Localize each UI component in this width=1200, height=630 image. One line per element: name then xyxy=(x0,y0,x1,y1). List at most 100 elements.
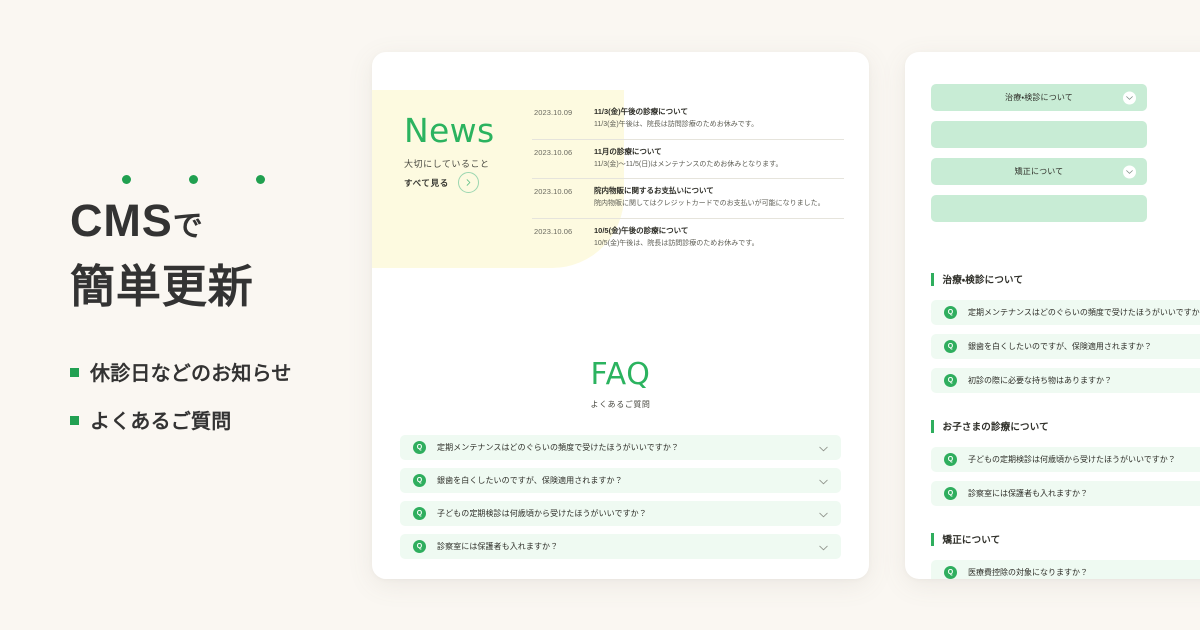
bullet-label: 休診日などのお知らせ xyxy=(90,363,292,386)
faq-title: FAQ xyxy=(590,357,651,392)
news-body: 院内物販に関するお支払いについて 院内物販に関してはクレジットカードでのお支払い… xyxy=(594,186,842,210)
faq-question-label: 銀歯を白くしたいのですが、保険適用されますか？ xyxy=(437,476,623,485)
headline-line-2: 簡単更新 xyxy=(70,260,254,312)
chevron-down-icon[interactable] xyxy=(1123,91,1136,104)
emphasis-dots xyxy=(70,175,370,184)
question-badge-icon: Q xyxy=(944,340,957,353)
faq-question-label: 初診の際に必要な持ち物はありますか？ xyxy=(968,376,1112,385)
category-chip[interactable] xyxy=(931,195,1147,222)
faq-subtitle: よくあるご質問 xyxy=(590,400,651,409)
news-list: 2023.10.09 11/3(金)午後の診療について 11/3(金)午後は、院… xyxy=(532,100,844,258)
news-date: 2023.10.06 xyxy=(534,227,573,237)
category-chip-label: 治療・検診について xyxy=(1005,93,1073,102)
question-badge-icon: Q xyxy=(413,474,426,487)
news-see-all-label: すべて見る xyxy=(404,177,449,188)
faq-accordion-row[interactable]: Q 診察室には保護者も入れますか？ xyxy=(400,534,841,559)
square-bullet-icon xyxy=(70,368,79,378)
news-list-item[interactable]: 2023.10.09 11/3(金)午後の診療について 11/3(金)午後は、院… xyxy=(532,100,844,140)
right-card-content: 治療・検診について 矯正について 治療・検診について Q 定期メンテナンスはどの… xyxy=(905,52,1200,579)
news-description: 院内物販に関してはクレジットカードでのお支払いが可能になりました。 xyxy=(594,200,825,208)
chevron-down-icon[interactable] xyxy=(819,505,828,523)
news-section: News 大切にしていること すべて見る 2023.10.09 11/3(金)午… xyxy=(372,52,869,268)
faq-accordion-row[interactable]: Q 定期メンテナンスはどのぐらいの頻度で受けたほうがいいですか？ xyxy=(931,300,1200,325)
faq-category-heading-label: 矯正について xyxy=(942,535,1001,546)
category-chip[interactable]: 矯正について xyxy=(931,158,1147,185)
news-list-item[interactable]: 2023.10.06 院内物販に関するお支払いについて 院内物販に関してはクレジ… xyxy=(532,179,844,220)
faq-category-section: 矯正について Q 医療費控除の対象になりますか？ xyxy=(931,532,1200,579)
faq-accordion-row[interactable]: Q 医療費控除の対象になりますか？ xyxy=(931,560,1200,579)
faq-section: FAQ よくあるご質問 Q 定期メンテナンスはどのぐらいの頻度で受けたほうがいい… xyxy=(372,268,869,579)
question-badge-icon: Q xyxy=(413,507,426,520)
emphasis-dot-icon xyxy=(256,175,265,184)
chevron-down-icon[interactable] xyxy=(819,439,828,457)
news-see-all-link[interactable]: すべて見る xyxy=(404,172,479,193)
list-item: よくあるご質問 xyxy=(70,405,370,434)
faq-list: Q 定期メンテナンスはどのぐらいの頻度で受けたほうがいいですか？ Q 銀歯を白く… xyxy=(400,435,841,559)
faq-category-section: お子さまの診療について Q 子どもの定期検診は何歳頃から受けたほうがいいですか？… xyxy=(931,419,1200,506)
news-heading: 院内物販に関するお支払いについて xyxy=(594,186,714,196)
faq-category-section: 治療・検診について Q 定期メンテナンスはどのぐらいの頻度で受けたほうがいいです… xyxy=(931,272,1200,393)
square-bullet-icon xyxy=(70,416,79,426)
arrow-right-circle-icon xyxy=(457,172,479,193)
feature-bullet-list: 休診日などのお知らせ よくあるご質問 xyxy=(70,357,370,434)
news-body: 10/5(金)午後の診療について 10/5(金)午後は、院長は訪問診療のためお休… xyxy=(594,226,842,250)
faq-category-heading: お子さまの診療について xyxy=(931,419,1200,433)
news-description: 11/3(金)～11/5(日)はメンテナンスのためお休みとなります。 xyxy=(594,160,783,168)
news-list-item[interactable]: 2023.10.06 11月の診療について 11/3(金)～11/5(日)はメン… xyxy=(532,140,844,180)
question-badge-icon: Q xyxy=(944,566,957,579)
faq-question-label: 診察室には保護者も入れますか？ xyxy=(968,489,1088,498)
faq-accordion-row[interactable]: Q 診察室には保護者も入れますか？ xyxy=(931,481,1200,506)
chevron-down-icon[interactable] xyxy=(819,538,828,556)
question-badge-icon: Q xyxy=(944,453,957,466)
faq-category-heading: 矯正について xyxy=(931,532,1200,546)
question-badge-icon: Q xyxy=(413,540,426,553)
center-preview-card: News 大切にしていること すべて見る 2023.10.09 11/3(金)午… xyxy=(372,52,869,579)
faq-question-label: 定期メンテナンスはどのぐらいの頻度で受けたほうがいいですか？ xyxy=(968,308,1200,317)
chevron-down-icon[interactable] xyxy=(1123,165,1136,178)
question-badge-icon: Q xyxy=(944,306,957,319)
news-date: 2023.10.09 xyxy=(534,108,573,117)
faq-category-heading-label: お子さまの診療について xyxy=(942,422,1049,433)
news-heading: 10/5(金)午後の診療について xyxy=(594,226,689,236)
news-date: 2023.10.06 xyxy=(534,187,573,197)
news-description: 11/3(金)午後は、院長は訪問診療のためお休みです。 xyxy=(594,120,759,128)
bullet-label: よくあるご質問 xyxy=(90,411,232,434)
heading-accent-bar-icon xyxy=(931,272,934,286)
category-chip[interactable]: 治療・検診について xyxy=(931,84,1147,111)
news-list-item[interactable]: 2023.10.06 10/5(金)午後の診療について 10/5(金)午後は、院… xyxy=(532,219,844,258)
faq-category-heading: 治療・検診について xyxy=(931,272,1200,286)
chevron-down-icon[interactable] xyxy=(819,472,828,490)
emphasis-dot-icon xyxy=(122,175,131,184)
faq-question-label: 子どもの定期検診は何歳頃から受けたほうがいいですか？ xyxy=(437,509,647,518)
faq-accordion-row[interactable]: Q 初診の際に必要な持ち物はありますか？ xyxy=(931,368,1200,393)
faq-question-label: 定期メンテナンスはどのぐらいの頻度で受けたほうがいいですか？ xyxy=(437,443,679,452)
question-badge-icon: Q xyxy=(413,441,426,454)
page-root: CMSで 簡単更新 休診日などのお知らせ よくあるご質問 News 大切にしてい… xyxy=(0,0,1200,630)
faq-question-label: 医療費控除の対象になりますか？ xyxy=(968,568,1088,577)
news-heading: 11/3(金)午後の診療について xyxy=(594,107,688,116)
headline-suffix-text: で xyxy=(172,210,204,243)
faq-question-label: 診察室には保護者も入れますか？ xyxy=(437,542,559,551)
emphasis-dot-icon xyxy=(189,175,198,184)
news-heading: 11月の診療について xyxy=(594,146,662,156)
faq-accordion-row[interactable]: Q 子どもの定期検診は何歳頃から受けたほうがいいですか？ xyxy=(931,447,1200,472)
category-chip[interactable] xyxy=(931,121,1147,148)
category-chip-label: 矯正について xyxy=(1014,167,1064,176)
headline-cms-text: CMS xyxy=(70,195,173,246)
heading-accent-bar-icon xyxy=(931,532,934,546)
faq-accordion-row[interactable]: Q 定期メンテナンスはどのぐらいの頻度で受けたほうがいいですか？ xyxy=(400,435,841,460)
question-badge-icon: Q xyxy=(944,374,957,387)
faq-accordion-row[interactable]: Q 子どもの定期検診は何歳頃から受けたほうがいいですか？ xyxy=(400,501,841,526)
news-body: 11月の診療について 11/3(金)～11/5(日)はメンテナンスのためお休みと… xyxy=(594,147,842,171)
faq-accordion-row[interactable]: Q 銀歯を白くしたいのですが、保険適用されますか？ xyxy=(400,468,841,493)
headline-line-1: CMSで xyxy=(70,192,370,250)
faq-question-label: 銀歯を白くしたいのですが、保険適用されますか？ xyxy=(968,342,1152,351)
faq-category-heading-label: 治療・検診について xyxy=(942,275,1024,286)
category-filter-chips: 治療・検診について 矯正について xyxy=(931,84,1200,222)
news-description: 10/5(金)午後は、院長は訪問診療のためお休みです。 xyxy=(594,240,759,248)
faq-accordion-row[interactable]: Q 銀歯を白くしたいのですが、保険適用されますか？ xyxy=(931,334,1200,359)
news-body: 11/3(金)午後の診療について 11/3(金)午後は、院長は訪問診療のためお休… xyxy=(594,107,842,131)
news-date: 2023.10.06 xyxy=(534,147,573,157)
faq-question-label: 子どもの定期検診は何歳頃から受けたほうがいいですか？ xyxy=(968,455,1176,464)
right-preview-card: 治療・検診について 矯正について 治療・検診について Q 定期メンテナンスはどの… xyxy=(905,52,1200,579)
